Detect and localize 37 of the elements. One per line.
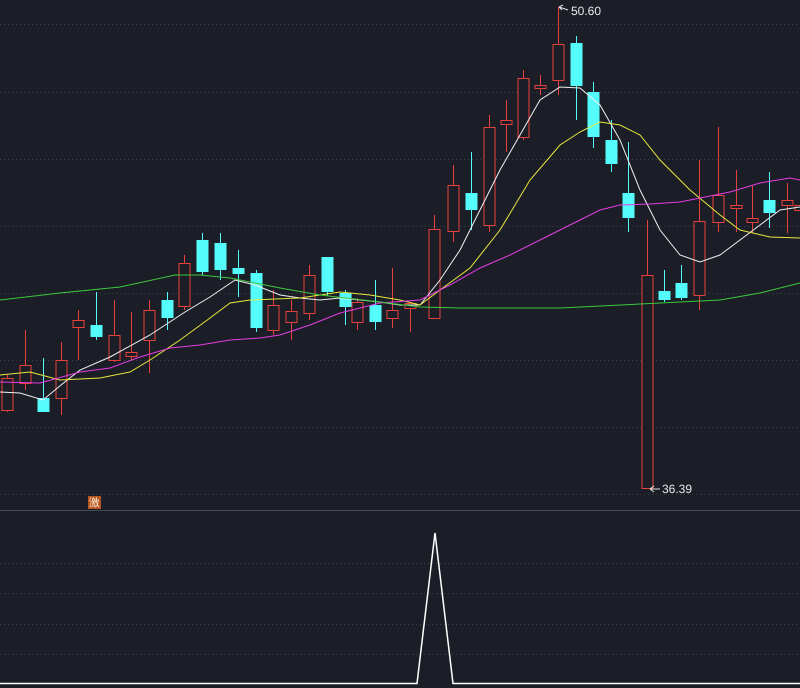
candlestick <box>340 290 352 326</box>
candlestick <box>2 374 14 412</box>
low-price-label: 36.39 <box>662 482 692 496</box>
candlestick <box>534 74 546 96</box>
pointer-arrow-icon <box>650 486 660 492</box>
candlestick <box>72 310 84 360</box>
candlestick <box>250 270 262 332</box>
candlestick <box>286 300 298 340</box>
candlestick <box>126 312 138 360</box>
pointer-arrow-icon <box>558 4 568 10</box>
candlestick <box>404 302 416 332</box>
candlestick <box>730 170 742 232</box>
candlestick <box>658 270 670 302</box>
candlestick <box>322 256 334 296</box>
candlestick <box>304 264 316 320</box>
candlestick <box>764 172 776 228</box>
candlestick <box>500 100 512 152</box>
candlestick <box>196 232 208 276</box>
candlestick <box>676 264 688 300</box>
signal-badge: 激 <box>88 496 101 509</box>
candlestick <box>178 254 190 310</box>
candlestick <box>162 292 174 330</box>
candlestick <box>108 300 120 362</box>
candlestick <box>268 290 280 336</box>
candlestick <box>746 184 758 234</box>
candlestick <box>370 280 382 330</box>
candlestick <box>90 292 102 340</box>
candlestick <box>588 82 600 148</box>
candlestick <box>606 120 618 172</box>
candlestick <box>232 250 244 298</box>
high-price-label: 50.60 <box>571 4 602 18</box>
candlestick <box>386 268 398 328</box>
candlestick <box>518 70 530 140</box>
candlestick <box>214 232 226 280</box>
candlestick <box>20 330 32 390</box>
candlestick <box>352 298 364 330</box>
candlestick <box>38 358 50 412</box>
